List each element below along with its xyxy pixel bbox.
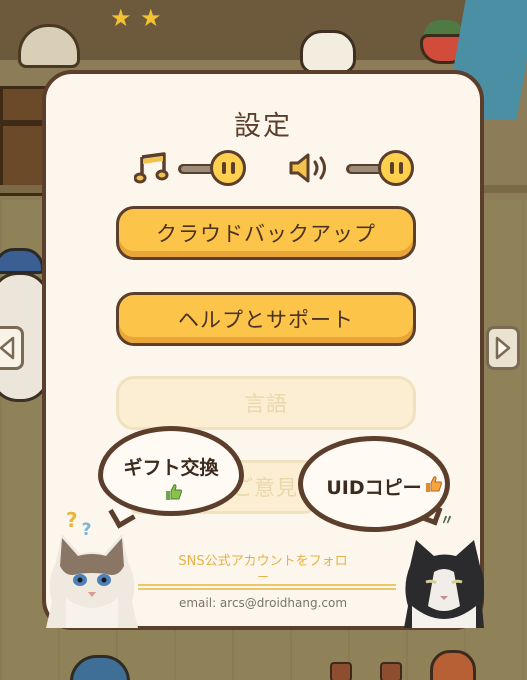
page-title: 設定 — [234, 111, 292, 142]
star-glasses: ★ ★ — [110, 4, 162, 32]
cloud-backup-button[interactable]: クラウドバックアップ — [116, 206, 416, 260]
sweat-marks: 〃 — [440, 513, 454, 529]
arrow-right-icon — [495, 336, 511, 360]
steamer-basket — [18, 24, 80, 68]
thumbs-up-icon — [165, 483, 183, 505]
ragdoll-cat-image — [46, 532, 138, 632]
thumbs-up-icon — [425, 475, 443, 497]
gift-exchange-bubble[interactable]: ギフト交換 — [98, 426, 244, 516]
cup — [380, 662, 402, 680]
dog-character — [300, 30, 356, 74]
cup — [330, 662, 352, 680]
speaker-icon — [288, 151, 338, 185]
slider-knob[interactable] — [378, 150, 414, 186]
music-volume-row — [134, 148, 246, 188]
gift-exchange-label: ギフト交換 — [123, 457, 219, 479]
slider-knob[interactable] — [210, 150, 246, 186]
link-underline — [138, 584, 396, 586]
sound-volume-slider[interactable] — [346, 150, 414, 186]
question-marks: ?? — [66, 508, 92, 540]
language-button[interactable]: 言語 — [116, 376, 416, 430]
sound-volume-row — [288, 148, 414, 188]
music-note-icon — [134, 151, 170, 185]
prev-arrow-button[interactable] — [0, 326, 24, 370]
next-arrow-button[interactable] — [486, 326, 520, 370]
uid-copy-label: UIDコピー — [326, 477, 422, 499]
link-underline — [138, 588, 396, 590]
teapot — [430, 650, 476, 680]
arrow-left-icon — [0, 336, 15, 360]
black-white-cat-image — [404, 536, 485, 632]
music-volume-slider[interactable] — [178, 150, 246, 186]
uid-copy-bubble[interactable]: UIDコピー — [298, 436, 450, 532]
help-support-button[interactable]: ヘルプとサポート — [116, 292, 416, 346]
